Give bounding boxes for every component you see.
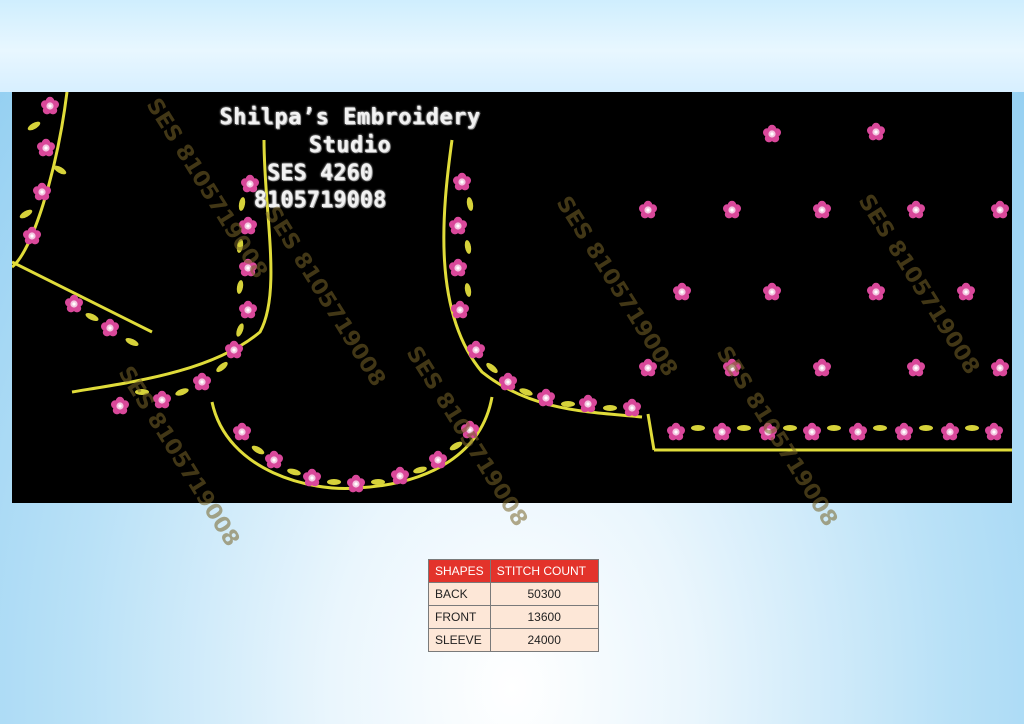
table-row: BACK 50300 bbox=[428, 582, 599, 606]
phone-number: 8105719008 bbox=[253, 188, 387, 213]
stitch-count-table: SHAPES STITCH COUNT BACK 50300 FRONT 136… bbox=[428, 559, 599, 652]
shape-cell: FRONT bbox=[428, 605, 491, 629]
table-row: SLEEVE 24000 bbox=[428, 628, 599, 652]
design-code: SES 4260 bbox=[267, 161, 373, 186]
front-neck-vine bbox=[210, 396, 494, 493]
header-shapes: SHAPES bbox=[428, 559, 491, 583]
studio-name: Shilpa’s Embroidery Studio bbox=[219, 105, 481, 158]
sky-background bbox=[0, 0, 1024, 92]
sleeve-border-vine bbox=[646, 413, 1012, 452]
count-cell: 13600 bbox=[489, 605, 599, 629]
shape-cell: BACK bbox=[428, 582, 491, 606]
table-header-row: SHAPES STITCH COUNT bbox=[428, 559, 599, 583]
table-row: FRONT 13600 bbox=[428, 605, 599, 629]
count-cell: 24000 bbox=[489, 628, 599, 652]
scattered-flower-motifs bbox=[639, 122, 1009, 377]
back-neck-vine bbox=[12, 92, 153, 347]
shape-cell: SLEEVE bbox=[428, 628, 491, 652]
embroidery-design-panel: Shilpa’s Embroidery Studio SES 4260 8105… bbox=[12, 92, 1012, 551]
header-stitch-count: STITCH COUNT bbox=[489, 559, 599, 583]
design-title-block: Shilpa’s Embroidery Studio SES 4260 8105… bbox=[180, 104, 520, 214]
count-cell: 50300 bbox=[489, 582, 599, 606]
